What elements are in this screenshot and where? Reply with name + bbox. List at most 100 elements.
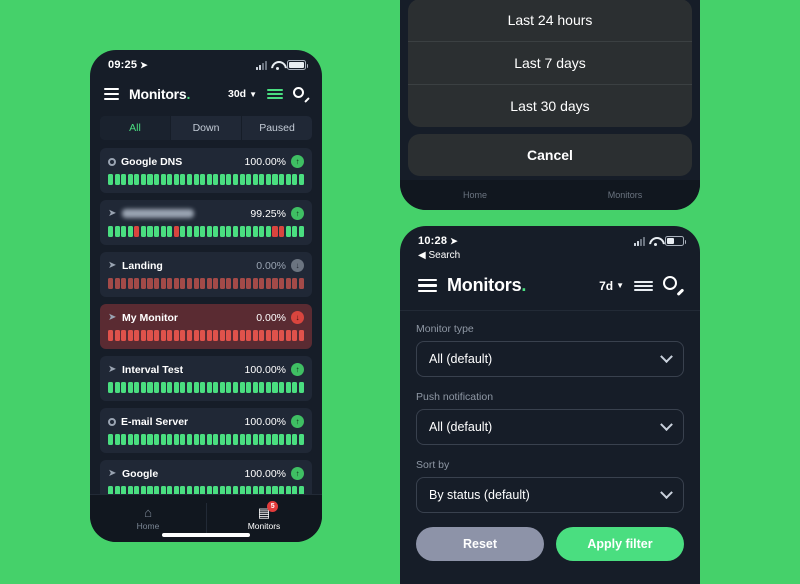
uptime-segment bbox=[272, 330, 278, 341]
uptime-segment bbox=[298, 330, 304, 341]
monitor-name: My Monitor bbox=[122, 311, 178, 324]
uptime-segment bbox=[154, 174, 160, 185]
bottom-tab-home-label[interactable]: Home bbox=[400, 190, 550, 200]
status-bar-left: 10:28 ➤ bbox=[418, 235, 458, 247]
uptime-segment bbox=[173, 278, 179, 289]
monitor-header-row: Google DNS 100.00% ↑ bbox=[108, 155, 304, 168]
uptime-segment bbox=[180, 226, 186, 237]
uptime-segment bbox=[140, 174, 146, 185]
uptime-segment bbox=[160, 434, 166, 445]
uptime-segment bbox=[213, 434, 219, 445]
apply-filter-button[interactable]: Apply filter bbox=[556, 527, 684, 561]
hamburger-menu-icon[interactable] bbox=[418, 278, 437, 293]
uptime-segment bbox=[259, 278, 265, 289]
uptime-segment bbox=[127, 382, 133, 393]
home-icon: ⌂ bbox=[144, 505, 152, 520]
uptime-segment bbox=[114, 434, 120, 445]
monitor-card-email-server[interactable]: E-mail Server 100.00% ↑ bbox=[100, 408, 312, 453]
action-sheet-option-last-24-hours[interactable]: Last 24 hours bbox=[408, 0, 692, 42]
page-title: Monitors. bbox=[129, 86, 191, 102]
uptime-segment bbox=[219, 434, 225, 445]
uptime-segment bbox=[298, 174, 304, 185]
uptime-segment bbox=[232, 382, 239, 393]
uptime-segment bbox=[219, 330, 225, 341]
tab-paused[interactable]: Paused bbox=[242, 116, 312, 140]
uptime-bars bbox=[108, 382, 304, 393]
uptime-segment bbox=[206, 382, 212, 393]
uptime-segment bbox=[200, 174, 206, 185]
monitor-card-google-dns[interactable]: Google DNS 100.00% ↑ bbox=[100, 148, 312, 193]
status-filter-tabs: All Down Paused bbox=[100, 116, 312, 140]
uptime-segment bbox=[226, 278, 232, 289]
filter-sliders-icon[interactable] bbox=[267, 89, 283, 99]
uptime-segment bbox=[206, 330, 212, 341]
uptime-segment bbox=[114, 278, 120, 289]
uptime-segment bbox=[108, 382, 114, 393]
uptime-segment bbox=[265, 278, 271, 289]
search-icon[interactable] bbox=[663, 276, 684, 296]
time-range-selector[interactable]: 7d ▼ bbox=[599, 279, 624, 293]
uptime-segment bbox=[200, 382, 206, 393]
uptime-segment bbox=[186, 278, 193, 289]
uptime-segment bbox=[213, 278, 219, 289]
monitor-type-select[interactable]: All (default) bbox=[416, 341, 684, 377]
uptime-segment bbox=[160, 330, 166, 341]
status-badge-down: ↓ bbox=[291, 311, 304, 324]
monitor-card-landing[interactable]: ➤ Landing 0.00% ↓ bbox=[100, 252, 312, 297]
push-notification-select[interactable]: All (default) bbox=[416, 409, 684, 445]
bottom-tab-home-label: Home bbox=[136, 521, 160, 531]
action-sheet-cancel-button[interactable]: Cancel bbox=[408, 134, 692, 176]
uptime-segment bbox=[160, 382, 166, 393]
action-sheet-option-last-30-days[interactable]: Last 30 days bbox=[408, 85, 692, 127]
status-bar-time: 09:25 bbox=[108, 59, 138, 71]
uptime-segment bbox=[121, 434, 127, 445]
uptime-segment bbox=[167, 226, 173, 237]
phone-filter-panel: 10:28 ➤ ◀ Search Monitors. 7d ▼ Monitor … bbox=[400, 226, 700, 584]
uptime-segment bbox=[147, 278, 153, 289]
tab-all[interactable]: All bbox=[100, 116, 171, 140]
uptime-segment bbox=[279, 174, 285, 185]
uptime-segment bbox=[206, 226, 212, 237]
uptime-segment bbox=[160, 174, 166, 185]
uptime-segment bbox=[154, 226, 160, 237]
uptime-segment bbox=[167, 434, 173, 445]
uptime-segment bbox=[265, 382, 271, 393]
bottom-tab-monitors-label[interactable]: Monitors bbox=[550, 190, 700, 200]
uptime-segment bbox=[147, 330, 153, 341]
uptime-segment bbox=[200, 330, 206, 341]
uptime-segment bbox=[108, 434, 114, 445]
monitor-card-interval-test[interactable]: ➤ Interval Test 100.00% ↑ bbox=[100, 356, 312, 401]
action-sheet-option-last-7-days[interactable]: Last 7 days bbox=[408, 42, 692, 85]
uptime-segment bbox=[285, 278, 291, 289]
uptime-segment bbox=[265, 174, 271, 185]
uptime-segment bbox=[108, 330, 114, 341]
tab-down[interactable]: Down bbox=[171, 116, 242, 140]
hamburger-menu-icon[interactable] bbox=[104, 88, 119, 100]
uptime-segment bbox=[292, 382, 298, 393]
uptime-segment bbox=[173, 226, 179, 237]
uptime-segment bbox=[298, 382, 304, 393]
uptime-segment bbox=[285, 330, 291, 341]
filter-sliders-icon[interactable] bbox=[634, 280, 653, 291]
uptime-segment bbox=[292, 174, 298, 185]
uptime-segment bbox=[259, 382, 265, 393]
wifi-icon bbox=[271, 61, 283, 70]
sort-by-select[interactable]: By status (default) bbox=[416, 477, 684, 513]
uptime-segment bbox=[292, 278, 298, 289]
back-to-search-link[interactable]: ◀ Search bbox=[400, 250, 700, 261]
uptime-segment bbox=[167, 330, 173, 341]
chevron-down-icon: ▼ bbox=[249, 89, 257, 99]
uptime-segment bbox=[127, 434, 133, 445]
uptime-segment bbox=[160, 278, 166, 289]
monitor-card-my-monitor[interactable]: ➤ My Monitor 0.00% ↓ bbox=[100, 304, 312, 349]
search-icon[interactable] bbox=[293, 86, 310, 103]
uptime-segment bbox=[200, 278, 206, 289]
reset-button[interactable]: Reset bbox=[416, 527, 544, 561]
time-range-selector[interactable]: 30d ▼ bbox=[228, 88, 257, 100]
time-range-label: 7d bbox=[599, 278, 614, 293]
monitor-card-redacted[interactable]: ➤ 99.25% ↑ bbox=[100, 200, 312, 245]
uptime-segment bbox=[193, 434, 199, 445]
uptime-segment bbox=[252, 226, 258, 237]
uptime-segment bbox=[147, 434, 153, 445]
monitor-header-row: ➤ Interval Test 100.00% ↑ bbox=[108, 363, 304, 376]
